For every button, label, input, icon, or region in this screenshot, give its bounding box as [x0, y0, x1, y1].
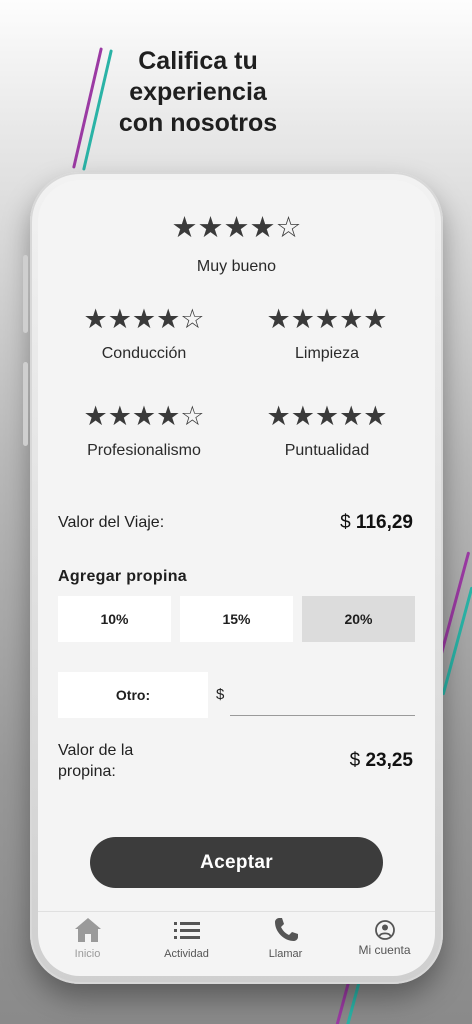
driving-star-rating[interactable]: ★★★★☆ — [64, 304, 224, 335]
tab-label: Llamar — [268, 948, 303, 960]
other-tip-currency: $ — [216, 686, 225, 703]
tip-currency: $ — [349, 750, 361, 771]
driving-label: Conducción — [101, 345, 187, 362]
trip-value-label: Valor del Viaje: — [58, 514, 165, 531]
category-professionalism: ★★★★☆ Profesionalismo — [64, 401, 224, 460]
trip-currency: $ — [340, 512, 351, 533]
tip-amount: 23,25 — [365, 750, 413, 771]
tip-10-button[interactable]: 10% — [58, 596, 171, 642]
punctuality-label: Puntualidad — [284, 442, 370, 459]
overall-star-rating[interactable]: ★★★★☆ — [38, 210, 435, 244]
tip-value-amount: $ 23,25 — [350, 750, 413, 772]
trip-value-amount: $ 116,29 — [340, 512, 413, 534]
list-icon — [173, 922, 200, 939]
tip-value-label: Valor de la propina: — [58, 740, 133, 782]
bottom-tab-bar: Inicio Actividad Llamar Mi cuenta — [38, 911, 435, 976]
category-cleanliness: ★★★★★ Limpieza — [247, 304, 407, 363]
tip-value-label-line: Valor de la — [58, 742, 134, 759]
tab-label: Mi cuenta — [358, 943, 411, 957]
professionalism-label: Profesionalismo — [87, 442, 201, 459]
tab-llamar[interactable]: Llamar — [236, 912, 335, 976]
headline-line: experiencia — [129, 78, 267, 106]
headline-line: con nosotros — [118, 109, 278, 137]
trip-amount: 116,29 — [355, 512, 413, 533]
tip-value-label-line: propina: — [58, 763, 116, 780]
punctuality-star-rating[interactable]: ★★★★★ — [247, 401, 407, 432]
account-icon — [374, 920, 395, 940]
tab-inicio[interactable]: Inicio — [38, 912, 137, 976]
phone-side-button — [23, 255, 28, 333]
other-tip-input[interactable] — [230, 678, 415, 716]
tip-15-button[interactable]: 15% — [180, 596, 293, 642]
category-punctuality: ★★★★★ Puntualidad — [247, 401, 407, 460]
category-driving: ★★★★☆ Conducción — [64, 304, 224, 363]
phone-icon — [274, 918, 298, 941]
home-icon — [74, 918, 101, 942]
headline-line: Califica tu — [138, 47, 258, 75]
rating-screen: ★★★★☆ Muy bueno ★★★★☆ Conducción ★★★★★ L… — [38, 180, 435, 976]
tip-20-button[interactable]: 20% — [302, 596, 415, 642]
cleanliness-label: Limpieza — [294, 345, 360, 362]
overall-rating-label: Muy bueno — [196, 258, 277, 275]
tab-label: Actividad — [164, 948, 209, 960]
tab-actividad[interactable]: Actividad — [137, 912, 236, 976]
tab-label: Inicio — [74, 948, 101, 960]
cleanliness-star-rating[interactable]: ★★★★★ — [247, 304, 407, 335]
phone-side-button — [23, 362, 28, 446]
headline: Califica tu experiencia con nosotros — [108, 46, 288, 139]
tip-other-button[interactable]: Otro: — [58, 672, 208, 718]
professionalism-star-rating[interactable]: ★★★★☆ — [64, 401, 224, 432]
accept-button[interactable]: Aceptar — [90, 837, 383, 888]
tab-mi-cuenta[interactable]: Mi cuenta — [335, 912, 434, 976]
tip-section-title: Agregar propina — [58, 568, 187, 585]
